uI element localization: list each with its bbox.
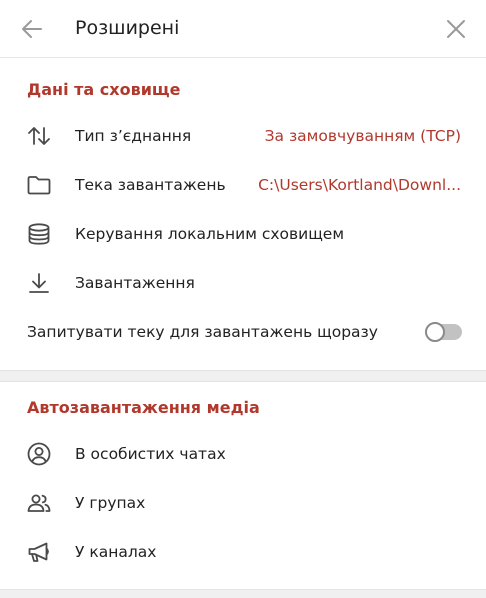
back-button[interactable] bbox=[18, 14, 48, 44]
row-groups[interactable]: У групах bbox=[0, 479, 486, 527]
row-label: Тека завантажень bbox=[75, 176, 226, 194]
download-icon bbox=[26, 271, 52, 295]
bottom-divider bbox=[0, 589, 486, 598]
close-icon bbox=[447, 20, 465, 38]
row-label: У групах bbox=[75, 494, 146, 512]
row-label: В особистих чатах bbox=[75, 445, 226, 463]
section-title-media-autodownload: Автозавантаження медіа bbox=[27, 398, 260, 417]
row-downloads[interactable]: Завантаження bbox=[0, 259, 486, 307]
connection-type-value: За замовчуванням (TCP) bbox=[264, 127, 461, 145]
row-label: Керування локальним сховищем bbox=[75, 225, 345, 243]
section-divider bbox=[0, 370, 486, 382]
row-private-chats[interactable]: В особистих чатах bbox=[0, 430, 486, 478]
section-title-data-storage: Дані та сховище bbox=[27, 80, 181, 99]
row-label: У каналах bbox=[75, 543, 157, 561]
megaphone-icon bbox=[26, 540, 52, 564]
group-icon bbox=[26, 491, 52, 515]
row-connection-type[interactable]: Тип з’єднання За замовчуванням (TCP) bbox=[0, 112, 486, 160]
row-channels[interactable]: У каналах bbox=[0, 528, 486, 576]
row-ask-download-folder[interactable]: Запитувати теку для завантажень щоразу bbox=[0, 308, 486, 356]
row-label: Завантаження bbox=[75, 274, 195, 292]
ask-folder-toggle[interactable] bbox=[425, 322, 462, 342]
user-circle-icon bbox=[26, 442, 52, 466]
database-icon bbox=[26, 222, 52, 246]
download-folder-value: C:\Users\Kortland\Downl... bbox=[258, 176, 461, 194]
header: Розширені bbox=[0, 0, 486, 58]
row-label: Запитувати теку для завантажень щоразу bbox=[27, 323, 378, 341]
toggle-knob bbox=[425, 322, 445, 342]
row-local-storage[interactable]: Керування локальним сховищем bbox=[0, 210, 486, 258]
arrows-updown-icon bbox=[26, 124, 52, 148]
folder-icon bbox=[26, 173, 52, 197]
row-label: Тип з’єднання bbox=[75, 127, 192, 145]
page-title: Розширені bbox=[75, 17, 180, 39]
close-button[interactable] bbox=[443, 16, 469, 42]
row-download-folder[interactable]: Тека завантажень C:\Users\Kortland\Downl… bbox=[0, 161, 486, 209]
arrow-left-icon bbox=[22, 20, 42, 38]
